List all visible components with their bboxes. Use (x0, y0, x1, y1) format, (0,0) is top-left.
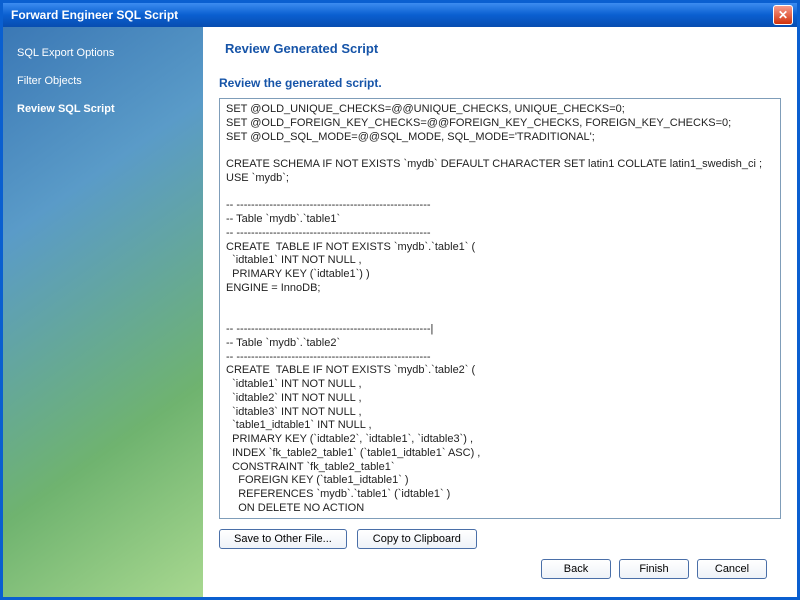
sidebar-item-filter-objects[interactable]: Filter Objects (3, 67, 203, 95)
wizard-sidebar: SQL Export Options Filter Objects Review… (3, 27, 203, 597)
window-frame: Forward Engineer SQL Script ✕ SQL Export… (0, 0, 800, 600)
script-actions-row: Save to Other File... Copy to Clipboard (219, 529, 781, 549)
window-title: Forward Engineer SQL Script (11, 8, 773, 22)
sidebar-item-sql-export-options[interactable]: SQL Export Options (3, 39, 203, 67)
sidebar-item-review-sql-script[interactable]: Review SQL Script (3, 95, 203, 123)
back-button[interactable]: Back (541, 559, 611, 579)
wizard-footer: Back Finish Cancel (219, 549, 781, 589)
page-heading: Review Generated Script (219, 41, 781, 56)
generated-script-textarea[interactable]: SET @OLD_UNIQUE_CHECKS=@@UNIQUE_CHECKS, … (219, 98, 781, 519)
finish-button[interactable]: Finish (619, 559, 689, 579)
cancel-button[interactable]: Cancel (697, 559, 767, 579)
save-to-file-button[interactable]: Save to Other File... (219, 529, 347, 549)
page-subheading: Review the generated script. (219, 76, 781, 90)
sidebar-item-label: Review SQL Script (17, 103, 115, 115)
close-button[interactable]: ✕ (773, 5, 793, 25)
main-panel: Review Generated Script Review the gener… (203, 27, 797, 597)
window-body: SQL Export Options Filter Objects Review… (3, 27, 797, 597)
sidebar-item-label: Filter Objects (17, 75, 82, 87)
titlebar[interactable]: Forward Engineer SQL Script ✕ (3, 3, 797, 27)
sidebar-item-label: SQL Export Options (17, 47, 114, 59)
close-icon: ✕ (778, 8, 788, 22)
copy-to-clipboard-button[interactable]: Copy to Clipboard (357, 529, 477, 549)
